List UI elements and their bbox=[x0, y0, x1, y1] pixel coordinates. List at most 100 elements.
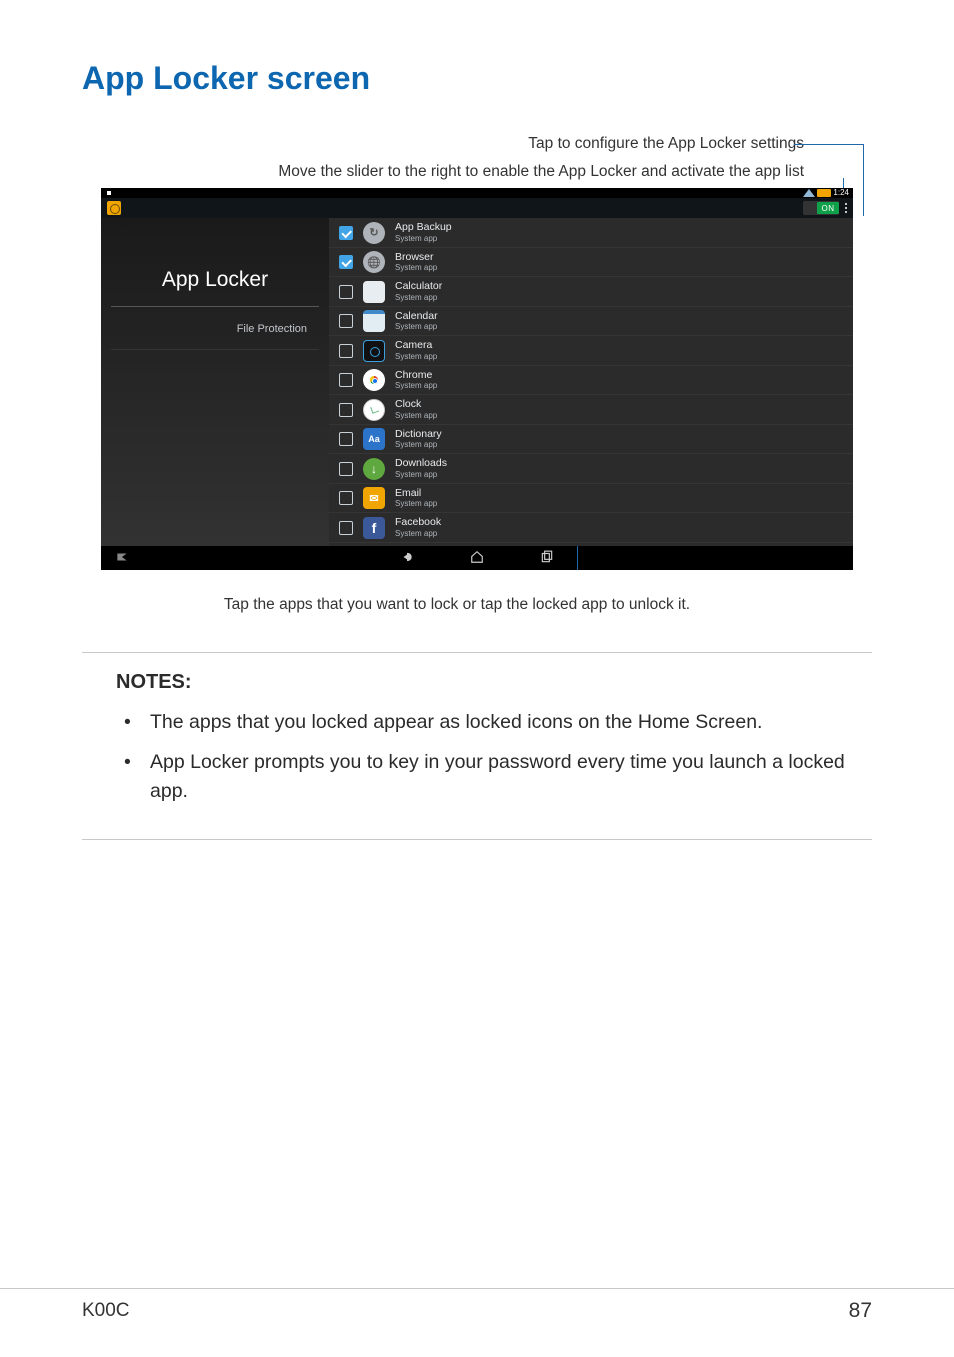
android-navbar bbox=[101, 546, 853, 570]
app-sub-label: System app bbox=[395, 411, 437, 420]
app-row[interactable]: BrowserSystem app bbox=[329, 248, 853, 278]
app-checkbox[interactable] bbox=[339, 226, 353, 240]
footer-page-number: 87 bbox=[849, 1299, 872, 1323]
app-locker-toggle[interactable]: ON bbox=[803, 201, 839, 215]
app-sub-label: System app bbox=[395, 381, 437, 390]
email-icon bbox=[363, 487, 385, 509]
callout-slider: Move the slider to the right to enable t… bbox=[278, 161, 804, 183]
dictionary-icon bbox=[363, 428, 385, 450]
app-sub-label: System app bbox=[395, 322, 438, 331]
note-item: The apps that you locked appear as locke… bbox=[142, 708, 872, 736]
app-row[interactable]: DictionarySystem app bbox=[329, 425, 853, 455]
calculator-icon bbox=[363, 281, 385, 303]
overflow-menu-icon[interactable] bbox=[843, 203, 847, 213]
callout-connector bbox=[577, 546, 578, 570]
callout-connector bbox=[863, 144, 864, 216]
screenshot-canvas: 1:24 ON App Locker File Protection App B… bbox=[101, 188, 853, 570]
notification-bar: ON bbox=[101, 198, 853, 218]
app-row[interactable]: DownloadsSystem app bbox=[329, 454, 853, 484]
nav-back-icon[interactable] bbox=[400, 550, 414, 567]
callout-tap-apps: Tap the apps that you want to lock or ta… bbox=[82, 594, 872, 616]
app-name-label: Calendar bbox=[395, 311, 438, 323]
calendar-icon bbox=[363, 310, 385, 332]
app-name-label: Camera bbox=[395, 340, 437, 352]
app-text: ChromeSystem app bbox=[395, 370, 437, 391]
toggle-on-label: ON bbox=[817, 202, 839, 214]
nav-recent-icon[interactable] bbox=[540, 550, 554, 567]
app-row[interactable]: ClockSystem app bbox=[329, 395, 853, 425]
app-sub-label: System app bbox=[395, 263, 437, 272]
notes-heading: NOTES: bbox=[116, 671, 872, 694]
footer-model: K00C bbox=[82, 1300, 130, 1322]
app-sub-label: System app bbox=[395, 470, 447, 479]
status-time: 1:24 bbox=[833, 188, 849, 197]
wifi-icon bbox=[803, 189, 815, 197]
app-sub-label: System app bbox=[395, 234, 452, 243]
facebook-icon bbox=[363, 517, 385, 539]
clock-icon bbox=[363, 399, 385, 421]
notes-block: NOTES: The apps that you locked appear a… bbox=[82, 652, 872, 840]
app-name-label: App Backup bbox=[395, 222, 452, 234]
app-name-label: Downloads bbox=[395, 458, 447, 470]
app-sub-label: System app bbox=[395, 293, 442, 302]
app-row[interactable]: CalculatorSystem app bbox=[329, 277, 853, 307]
app-checkbox[interactable] bbox=[339, 491, 353, 505]
camera-icon bbox=[363, 340, 385, 362]
app-text: CalculatorSystem app bbox=[395, 281, 442, 302]
app-text: ClockSystem app bbox=[395, 399, 437, 420]
app-checkbox[interactable] bbox=[339, 403, 353, 417]
app-name-label: Email bbox=[395, 488, 437, 500]
sidebar-app-locker-tab[interactable]: App Locker bbox=[111, 268, 319, 307]
sidebar: App Locker File Protection bbox=[101, 218, 329, 546]
app-text: CalendarSystem app bbox=[395, 311, 438, 332]
app-text: App BackupSystem app bbox=[395, 222, 452, 243]
downloads-icon bbox=[363, 458, 385, 480]
app-checkbox[interactable] bbox=[339, 285, 353, 299]
page-footer: K00C 87 bbox=[0, 1288, 954, 1323]
app-sub-label: System app bbox=[395, 529, 441, 538]
app-text: EmailSystem app bbox=[395, 488, 437, 509]
callout-settings: Tap to configure the App Locker settings bbox=[528, 133, 804, 155]
app-text: DownloadsSystem app bbox=[395, 458, 447, 479]
app-text: FacebookSystem app bbox=[395, 517, 441, 538]
backup-icon bbox=[363, 222, 385, 244]
app-checkbox[interactable] bbox=[339, 255, 353, 269]
app-name-label: Chrome bbox=[395, 370, 437, 382]
app-name-label: Calculator bbox=[395, 281, 442, 293]
app-sub-label: System app bbox=[395, 352, 437, 361]
notification-dot-icon bbox=[107, 191, 111, 195]
app-row[interactable]: EmailSystem app bbox=[329, 484, 853, 514]
battery-icon bbox=[817, 189, 831, 197]
page-title: App Locker screen bbox=[82, 60, 872, 97]
app-text: BrowserSystem app bbox=[395, 252, 437, 273]
browser-icon bbox=[363, 251, 385, 273]
app-row[interactable]: CameraSystem app bbox=[329, 336, 853, 366]
app-checkbox[interactable] bbox=[339, 344, 353, 358]
app-locker-status-icon[interactable] bbox=[107, 201, 121, 215]
app-checkbox[interactable] bbox=[339, 521, 353, 535]
app-text: CameraSystem app bbox=[395, 340, 437, 361]
chrome-icon bbox=[363, 369, 385, 391]
app-name-label: Dictionary bbox=[395, 429, 442, 441]
app-sub-label: System app bbox=[395, 499, 437, 508]
app-checkbox[interactable] bbox=[339, 432, 353, 446]
app-row[interactable]: ChromeSystem app bbox=[329, 366, 853, 396]
nav-home-icon[interactable] bbox=[470, 550, 484, 567]
app-name-label: Browser bbox=[395, 252, 437, 264]
app-text: DictionarySystem app bbox=[395, 429, 442, 450]
app-row[interactable]: CalendarSystem app bbox=[329, 307, 853, 337]
app-sub-label: System app bbox=[395, 440, 442, 449]
app-row[interactable]: FacebookSystem app bbox=[329, 513, 853, 543]
sidebar-file-protection-tab[interactable]: File Protection bbox=[111, 307, 319, 350]
app-checkbox[interactable] bbox=[339, 462, 353, 476]
app-row[interactable]: App BackupSystem app bbox=[329, 218, 853, 248]
app-name-label: Facebook bbox=[395, 517, 441, 529]
note-item: App Locker prompts you to key in your pa… bbox=[142, 748, 872, 805]
app-list[interactable]: App BackupSystem appBrowserSystem appCal… bbox=[329, 218, 853, 546]
app-checkbox[interactable] bbox=[339, 373, 353, 387]
callout-connector bbox=[794, 144, 864, 145]
app-name-label: Clock bbox=[395, 399, 437, 411]
android-statusbar: 1:24 bbox=[101, 188, 853, 198]
screenshot-quick-icon[interactable] bbox=[115, 550, 129, 567]
app-checkbox[interactable] bbox=[339, 314, 353, 328]
